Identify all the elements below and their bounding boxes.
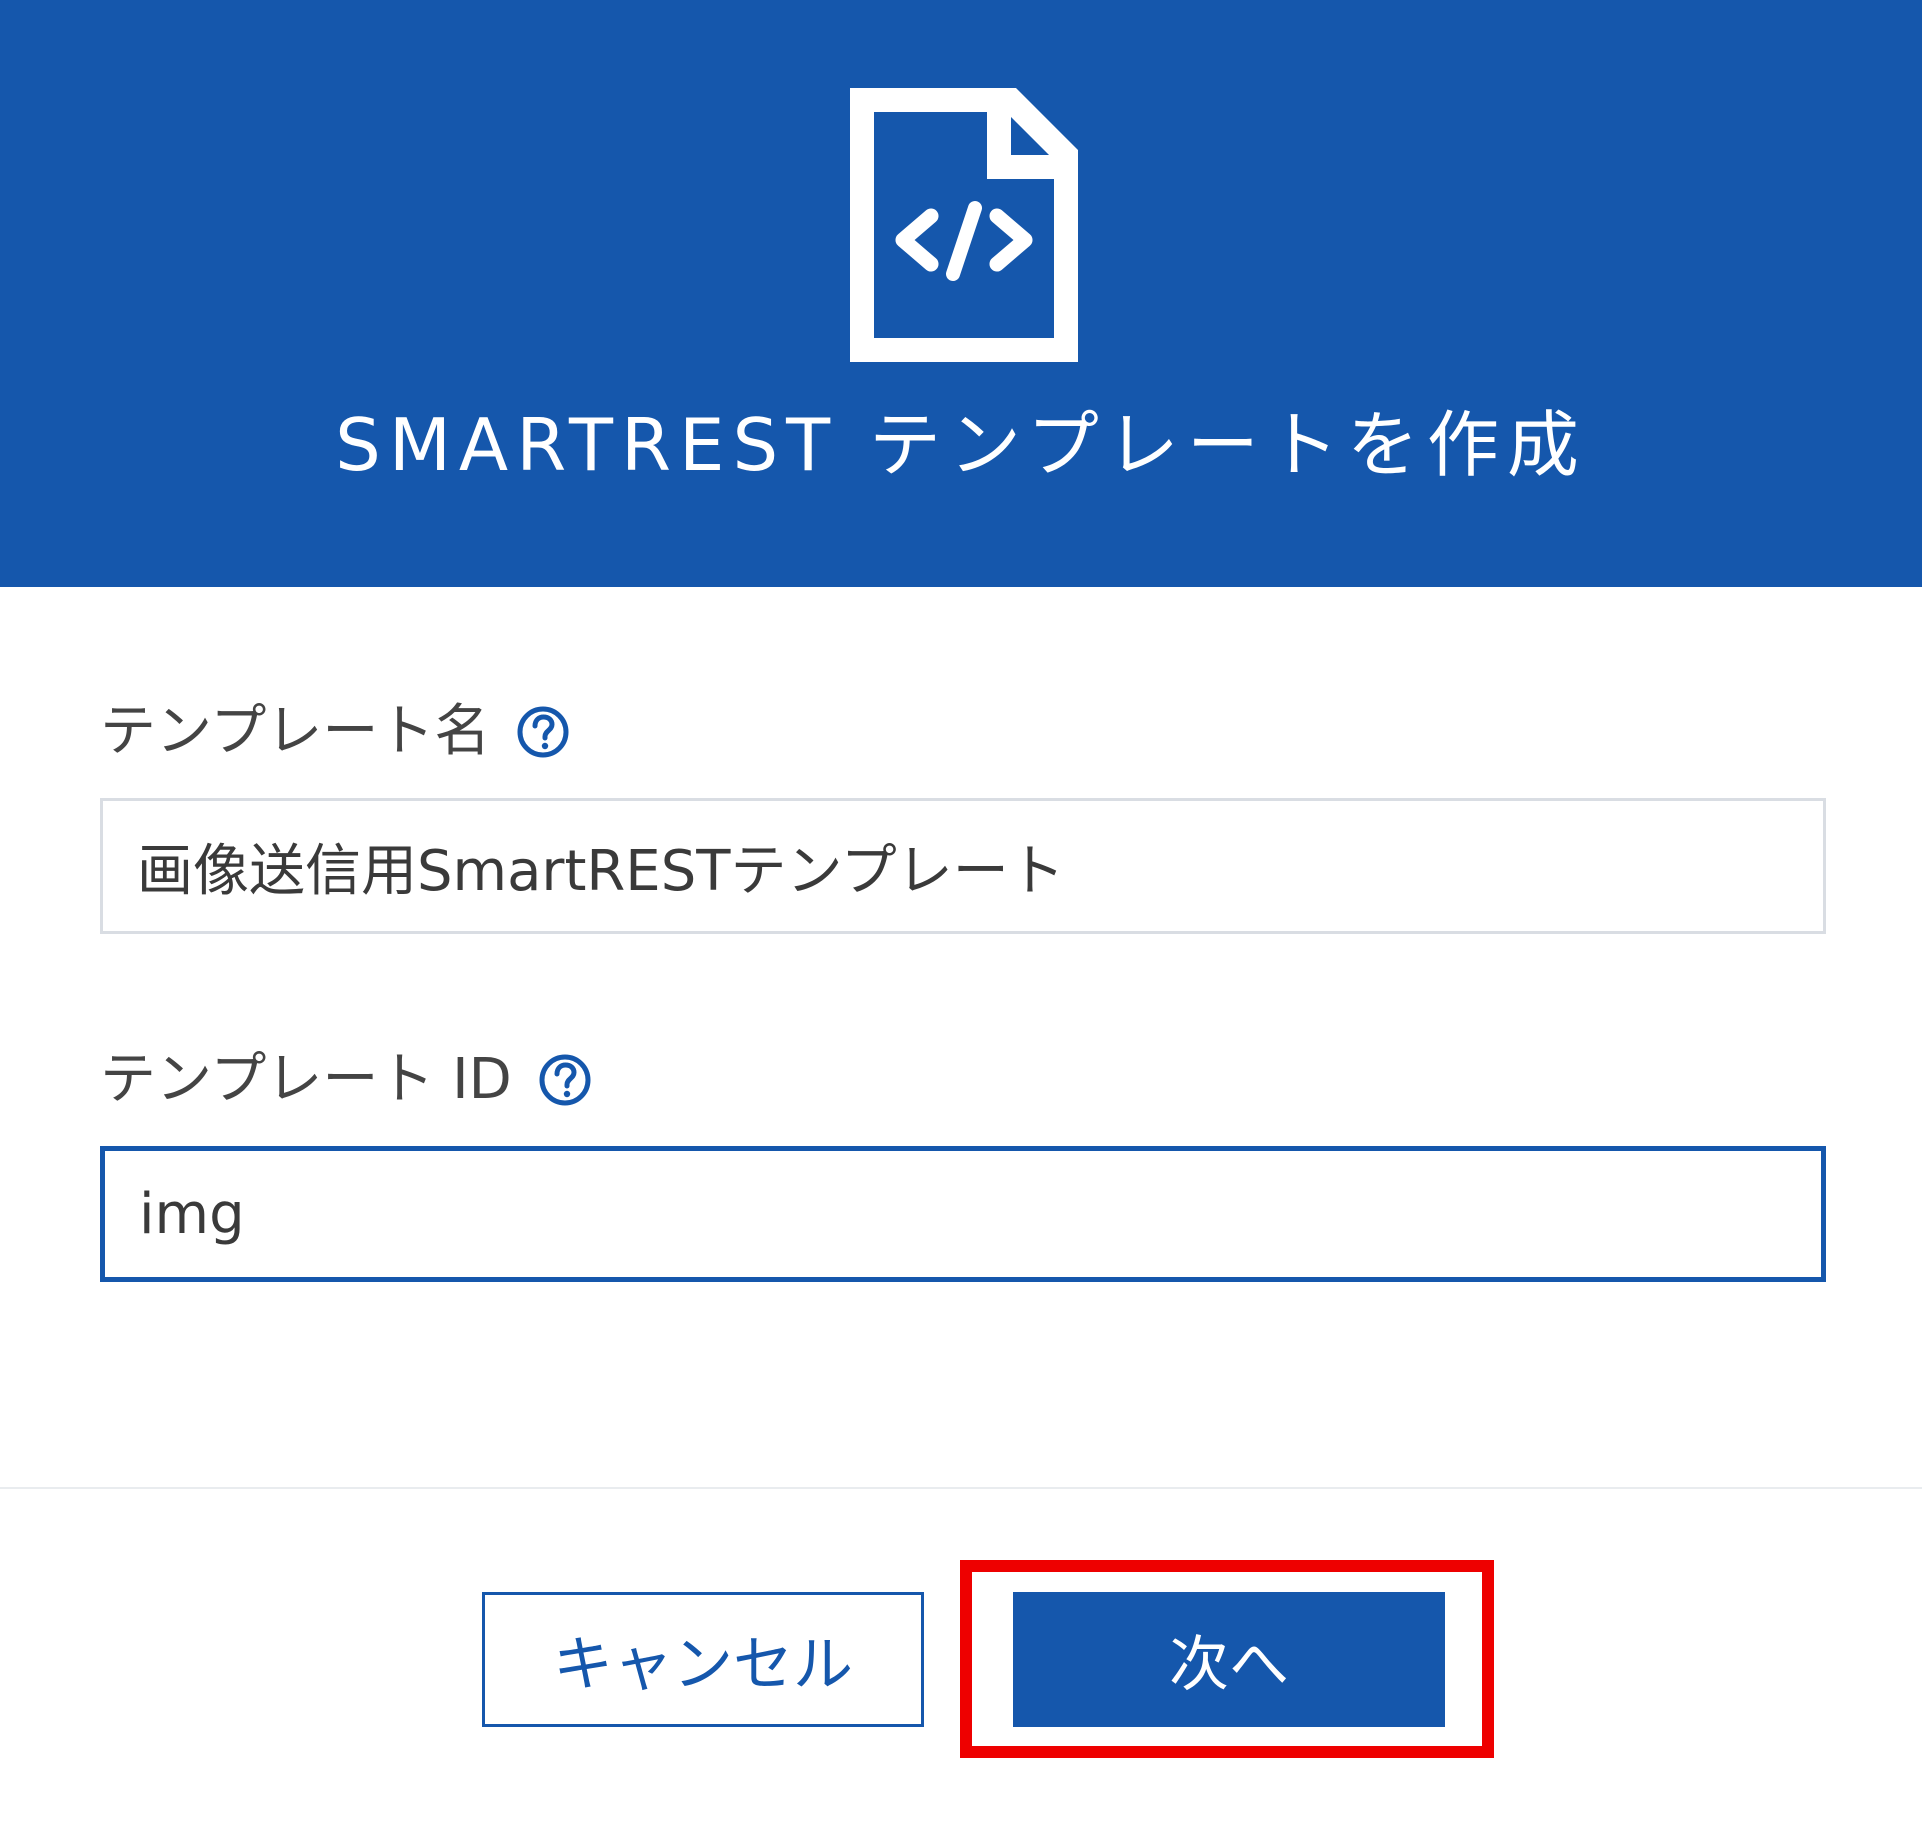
create-smartrest-template-dialog: SMARTREST テンプレートを作成 テンプレート名 テンプレート ID キャ… [0, 0, 1922, 1835]
cancel-button[interactable]: キャンセル [482, 1592, 924, 1727]
dialog-title: SMARTREST テンプレートを作成 [335, 403, 1587, 487]
dialog-header: SMARTREST テンプレートを作成 [0, 0, 1922, 587]
question-circle-icon[interactable] [516, 705, 570, 759]
question-circle-icon[interactable] [538, 1053, 592, 1107]
template-name-label: テンプレート名 [100, 697, 570, 767]
template-id-input[interactable] [100, 1146, 1826, 1282]
footer-divider [0, 1487, 1922, 1489]
template-name-input[interactable] [100, 798, 1826, 934]
template-id-label-text: テンプレート ID [100, 1047, 512, 1112]
next-button[interactable]: 次へ [1013, 1592, 1445, 1727]
template-name-label-text: テンプレート名 [100, 699, 491, 764]
template-id-label: テンプレート ID [100, 1045, 592, 1115]
code-file-icon [850, 88, 1078, 362]
